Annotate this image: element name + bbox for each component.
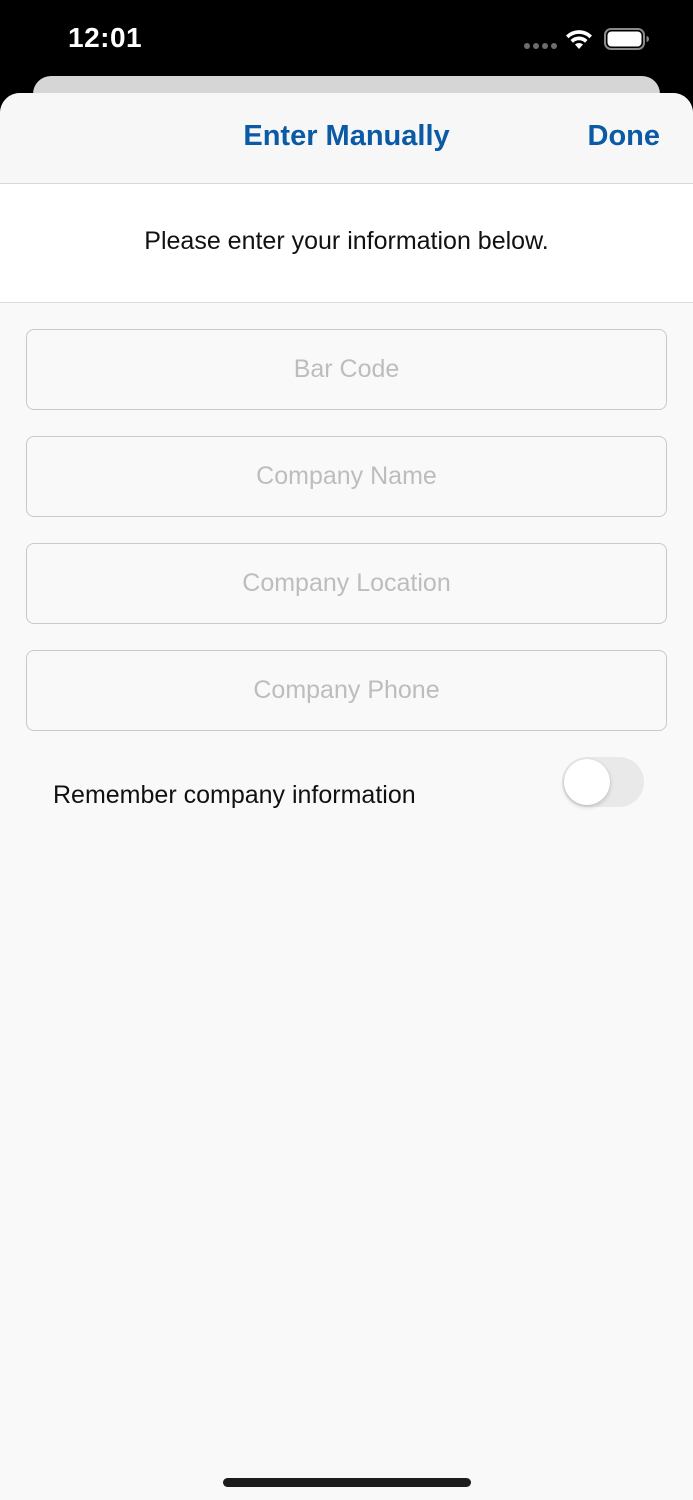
intro-section: Please enter your information below. <box>0 184 693 303</box>
company-location-field[interactable] <box>26 543 667 624</box>
modal-sheet: Enter Manually Done Please enter your in… <box>0 93 693 1500</box>
status-bar: 12:01 <box>0 0 693 80</box>
bar-code-field[interactable] <box>26 329 667 410</box>
navigation-bar: Enter Manually Done <box>0 93 693 184</box>
battery-icon <box>604 28 650 50</box>
done-button[interactable]: Done <box>588 120 661 153</box>
intro-text: Please enter your information below. <box>144 226 549 255</box>
status-time: 12:01 <box>68 22 143 53</box>
wifi-icon <box>564 27 594 51</box>
screen: 12:01 Enter Manually Done Please enter y… <box>0 0 693 1500</box>
remember-row: Remember company information <box>26 757 667 837</box>
toggle-knob <box>564 759 610 805</box>
remember-label: Remember company information <box>53 781 416 809</box>
home-indicator <box>223 1478 471 1487</box>
cellular-signal-icon <box>524 43 558 49</box>
remember-toggle[interactable] <box>562 757 644 807</box>
company-form: Remember company information <box>0 303 693 837</box>
company-phone-field[interactable] <box>26 650 667 731</box>
company-name-field[interactable] <box>26 436 667 517</box>
